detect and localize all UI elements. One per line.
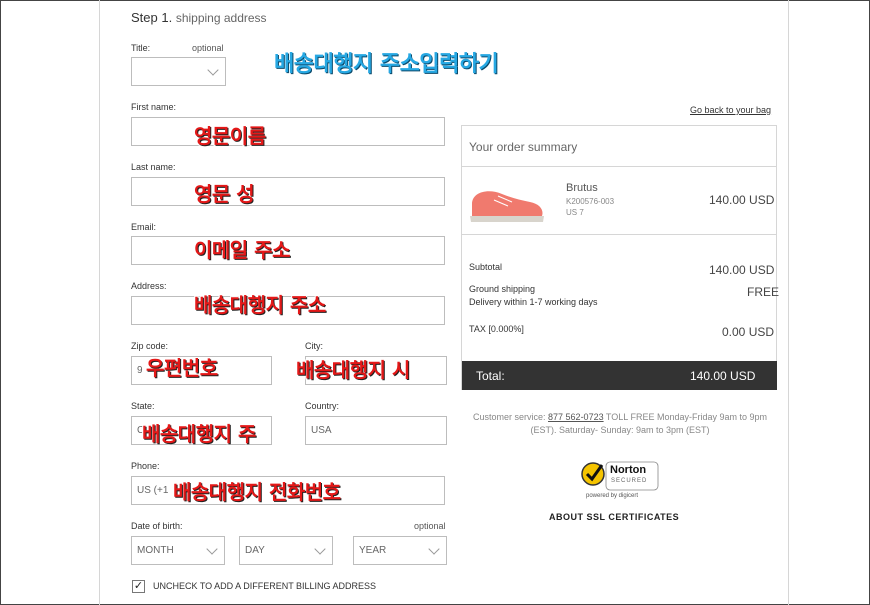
address-annotation: 배송대행지 주소 [194, 293, 326, 317]
month-value: MONTH [137, 545, 174, 556]
month-select[interactable]: MONTH [131, 536, 225, 565]
year-select[interactable]: YEAR [353, 536, 447, 565]
subtotal-label: Subtotal [469, 262, 503, 272]
total-label: Total: [476, 369, 505, 383]
check-icon: ✓ [133, 580, 144, 592]
day-select[interactable]: DAY [239, 536, 333, 565]
last-name-label: Last name: [131, 162, 176, 172]
product-size: US 7 [566, 208, 584, 217]
norton-secured: SECURED [611, 478, 648, 484]
total-value: 140.00 USD [690, 369, 756, 383]
customer-service-prefix: Customer service: [472, 412, 546, 422]
country-label: Country: [305, 401, 340, 411]
first-name-annotation: 영문이름 [194, 124, 266, 148]
city-annotation: 배송대행지 시 [296, 358, 410, 382]
norton-powered: powered by digicert [586, 493, 639, 499]
order-summary-title: Your order summary [469, 140, 578, 154]
zip-annotation: 우편번호 [146, 356, 218, 380]
phone-label: Phone: [131, 461, 160, 471]
chevron-down-icon [206, 542, 218, 555]
billing-checkbox[interactable]: ✓ [132, 580, 145, 593]
customer-service-weekend: (EST). Saturday- Sunday: 9am to 3pm (EST… [530, 425, 710, 435]
zip-value: 9 [137, 365, 143, 376]
left-divider [99, 0, 100, 605]
phone-value: US (+1 [137, 485, 169, 496]
shipping-note: Delivery within 1-7 working days [469, 297, 598, 307]
country-value: USA [311, 425, 332, 436]
customer-service-hours: TOLL FREE Monday-Friday 9am to 9pm [603, 412, 767, 422]
city-label: City: [305, 341, 323, 351]
year-value: YEAR [359, 545, 387, 556]
norton-secured-badge[interactable]: Norton SECURED powered by digicert [580, 459, 660, 503]
order-summary-box [461, 125, 777, 390]
back-to-bag-link[interactable]: Go back to your bag [690, 105, 771, 115]
title-optional: optional [192, 43, 224, 53]
product-name: Brutus [566, 182, 598, 194]
tax-label: TAX [0.000%] [469, 324, 524, 334]
subtotal-value: 140.00 USD [709, 263, 775, 277]
about-ssl-link[interactable]: ABOUT SSL CERTIFICATES [549, 512, 679, 522]
title-select[interactable] [131, 57, 226, 86]
total-bar: Total: 140.00 USD [462, 361, 777, 390]
banner-annotation: 배송대행지 주소입력하기 [274, 52, 499, 77]
step-title: shipping address [175, 11, 267, 25]
zip-label: Zip code: [131, 341, 169, 351]
dob-optional: optional [414, 521, 446, 531]
chevron-down-icon [428, 542, 440, 555]
phone-annotation: 배송대행지 전화번호 [173, 480, 341, 504]
dob-label: Date of birth: [131, 521, 183, 531]
customer-service-text: Customer service: 877 562-0723 TOLL FREE… [462, 411, 778, 437]
summary-divider [462, 166, 777, 167]
summary-divider [462, 234, 777, 235]
email-label: Email: [131, 222, 157, 232]
norton-brand: Norton [610, 464, 647, 476]
last-name-input[interactable] [131, 177, 445, 206]
first-name-label: First name: [131, 102, 177, 112]
chevron-down-icon [314, 542, 326, 555]
country-select[interactable]: USA [305, 416, 447, 445]
product-price: 140.00 USD [709, 193, 775, 207]
step-number: Step 1. [131, 10, 173, 25]
state-label: State: [131, 401, 155, 411]
customer-service-phone-link[interactable]: 877 562-0723 [548, 412, 604, 422]
first-name-input[interactable] [131, 117, 445, 146]
right-divider [788, 0, 789, 605]
step-heading: Step 1. shipping address [131, 10, 267, 25]
title-label: Title: [131, 43, 151, 53]
shipping-label: Ground shipping [469, 284, 536, 294]
shipping-value: FREE [747, 285, 780, 299]
day-value: DAY [245, 545, 265, 556]
product-image [468, 182, 546, 233]
last-name-annotation: 영문 성 [194, 182, 255, 206]
email-annotation: 이메일 주소 [194, 238, 290, 262]
billing-checkbox-label[interactable]: UNCHECK TO ADD A DIFFERENT BILLING ADDRE… [153, 581, 376, 591]
tax-value: 0.00 USD [722, 325, 775, 339]
state-annotation: 배송대행지 주 [142, 422, 256, 446]
chevron-down-icon [207, 63, 219, 76]
address-label: Address: [131, 281, 167, 291]
product-code: K200576-003 [566, 197, 615, 206]
